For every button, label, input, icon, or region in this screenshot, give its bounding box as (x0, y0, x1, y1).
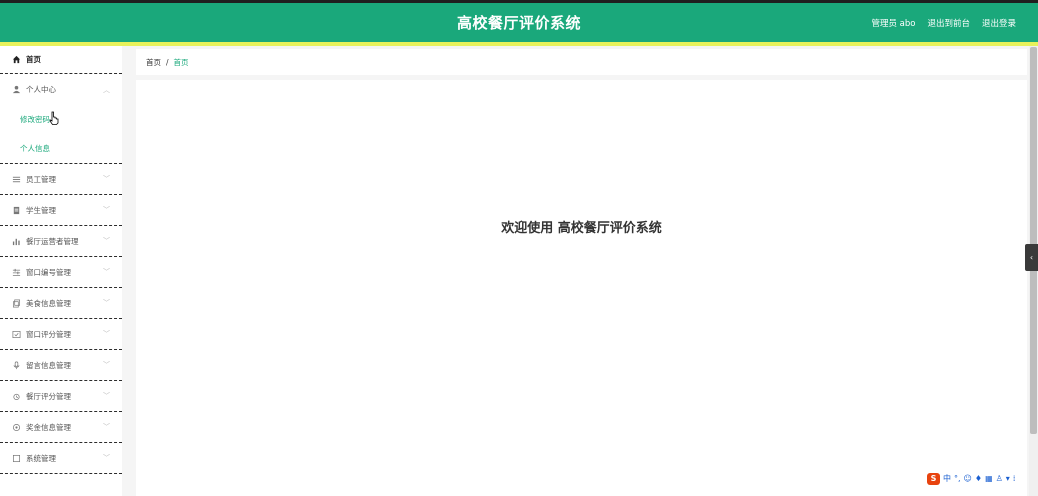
breadcrumb-separator: / (166, 57, 169, 67)
chevron-down-icon: ﹀ (103, 206, 110, 214)
sogou-logo-icon: S (927, 472, 940, 485)
sidebar-item-label: 餐厅运营者管理 (26, 236, 79, 246)
scrollbar-thumb[interactable] (1030, 47, 1037, 434)
logout-link[interactable]: 退出登录 (982, 17, 1016, 29)
header-accent-line (0, 42, 1038, 46)
chevron-up-icon: ︿ (103, 85, 110, 94)
bookmark-icon (11, 205, 21, 215)
emoji-icon: ☺ (963, 474, 972, 483)
sidebar-item-label: 个人中心 (26, 85, 56, 94)
chevron-down-icon: ﹀ (103, 454, 110, 462)
user-icon (11, 85, 21, 95)
alarm-icon (11, 391, 21, 401)
square-icon (11, 453, 21, 463)
app-title: 高校餐厅评价系统 (456, 14, 581, 32)
keyboard-icon: ▦ (985, 474, 993, 483)
bar-chart-icon (11, 236, 21, 246)
checkbox-icon (11, 329, 21, 339)
list-icon (11, 174, 21, 184)
sidebar-item-label: 奖金信息管理 (26, 422, 71, 432)
chevron-down-icon: ﹀ (103, 175, 110, 183)
settings-icon (11, 422, 21, 432)
chevron-down-icon: ﹀ (103, 423, 110, 431)
ime-toolbar[interactable]: S 中 °, ☺ ♦ ▦ ♙ ▾ ⁞ (927, 472, 1027, 485)
sidebar-item-students[interactable]: 学生管理 ﹀ (0, 195, 122, 226)
user-icon: ♙ (995, 474, 1003, 483)
sidebar-item-messages[interactable]: 留言信息管理 ﹀ (0, 350, 122, 381)
sidebar-item-label: 首页 (26, 55, 41, 64)
microphone-icon (11, 360, 21, 370)
sidebar-item-label: 学生管理 (26, 205, 56, 215)
shirt-icon: ▾ (1005, 474, 1010, 483)
chevron-down-icon: ﹀ (103, 299, 110, 307)
sidebar-item-operators[interactable]: 餐厅运营者管理 ﹀ (0, 226, 122, 257)
chevron-left-icon[interactable]: ‹ (1025, 244, 1038, 271)
to-frontend-link[interactable]: 退出到前台 (927, 17, 970, 29)
home-icon (11, 55, 21, 65)
sidebar-item-label: 系统管理 (26, 453, 56, 463)
sidebar-item-personal-center[interactable]: 个人中心 ︿ (0, 74, 122, 105)
sidebar-item-label: 员工管理 (26, 174, 56, 184)
sidebar-item-home[interactable]: 首页 (0, 46, 122, 74)
copy-icon (11, 298, 21, 308)
sidebar-item-system[interactable]: 系统管理 ﹀ (0, 443, 122, 474)
breadcrumb-current: 首页 (173, 57, 189, 67)
chevron-down-icon: ﹀ (103, 392, 110, 400)
sidebar-item-label: 美食信息管理 (26, 298, 71, 308)
chevron-down-icon: ﹀ (103, 268, 110, 276)
header-user-area: 管理员 abo 退出到前台 退出登录 (871, 3, 1016, 42)
sidebar-item-label: 餐厅评分管理 (26, 391, 71, 401)
sidebar-item-label: 窗口评分管理 (26, 329, 71, 339)
header-bar: 高校餐厅评价系统 管理员 abo 退出到前台 退出登录 (0, 3, 1038, 42)
punctuation-icon: °, (954, 474, 961, 483)
sidebar-item-label: 留言信息管理 (26, 360, 71, 370)
breadcrumb-root[interactable]: 首页 (146, 57, 161, 68)
grid-icon: ⁞ (1012, 474, 1016, 483)
chinese-mode-icon: 中 (943, 474, 951, 483)
chevron-down-icon: ﹀ (103, 361, 110, 369)
sidebar-item-window-number[interactable]: 窗口编号管理 ﹀ (0, 257, 122, 288)
welcome-message: 欢迎使用 高校餐厅评价系统 (501, 221, 662, 236)
voice-icon: ♦ (974, 474, 983, 483)
sliders-icon (11, 267, 21, 277)
chevron-down-icon: ﹀ (103, 330, 110, 338)
sidebar-subitem-personal-info[interactable]: 个人信息 (0, 133, 122, 164)
main-content: 欢迎使用 高校餐厅评价系统 (136, 80, 1027, 496)
breadcrumb: 首页 / 首页 (136, 49, 1027, 75)
sidebar-item-restaurant-rating[interactable]: 餐厅评分管理 ﹀ (0, 381, 122, 412)
sidebar-item-label: 窗口编号管理 (26, 267, 71, 277)
sidebar-item-food-info[interactable]: 美食信息管理 ﹀ (0, 288, 122, 319)
chevron-down-icon: ﹀ (103, 237, 110, 245)
sidebar-subitem-change-password[interactable]: 修改密码 (0, 105, 122, 133)
sidebar: 首页 个人中心 ︿ 修改密码 个人信息 员工管理 ﹀ 学生管理 ﹀ 餐厅运营者管… (0, 46, 122, 496)
sidebar-item-window-rating[interactable]: 窗口评分管理 ﹀ (0, 319, 122, 350)
sidebar-item-staff[interactable]: 员工管理 ﹀ (0, 164, 122, 195)
hand-cursor-icon (49, 111, 59, 125)
sidebar-item-bonus-info[interactable]: 奖金信息管理 ﹀ (0, 412, 122, 443)
user-label: 管理员 abo (871, 18, 916, 29)
